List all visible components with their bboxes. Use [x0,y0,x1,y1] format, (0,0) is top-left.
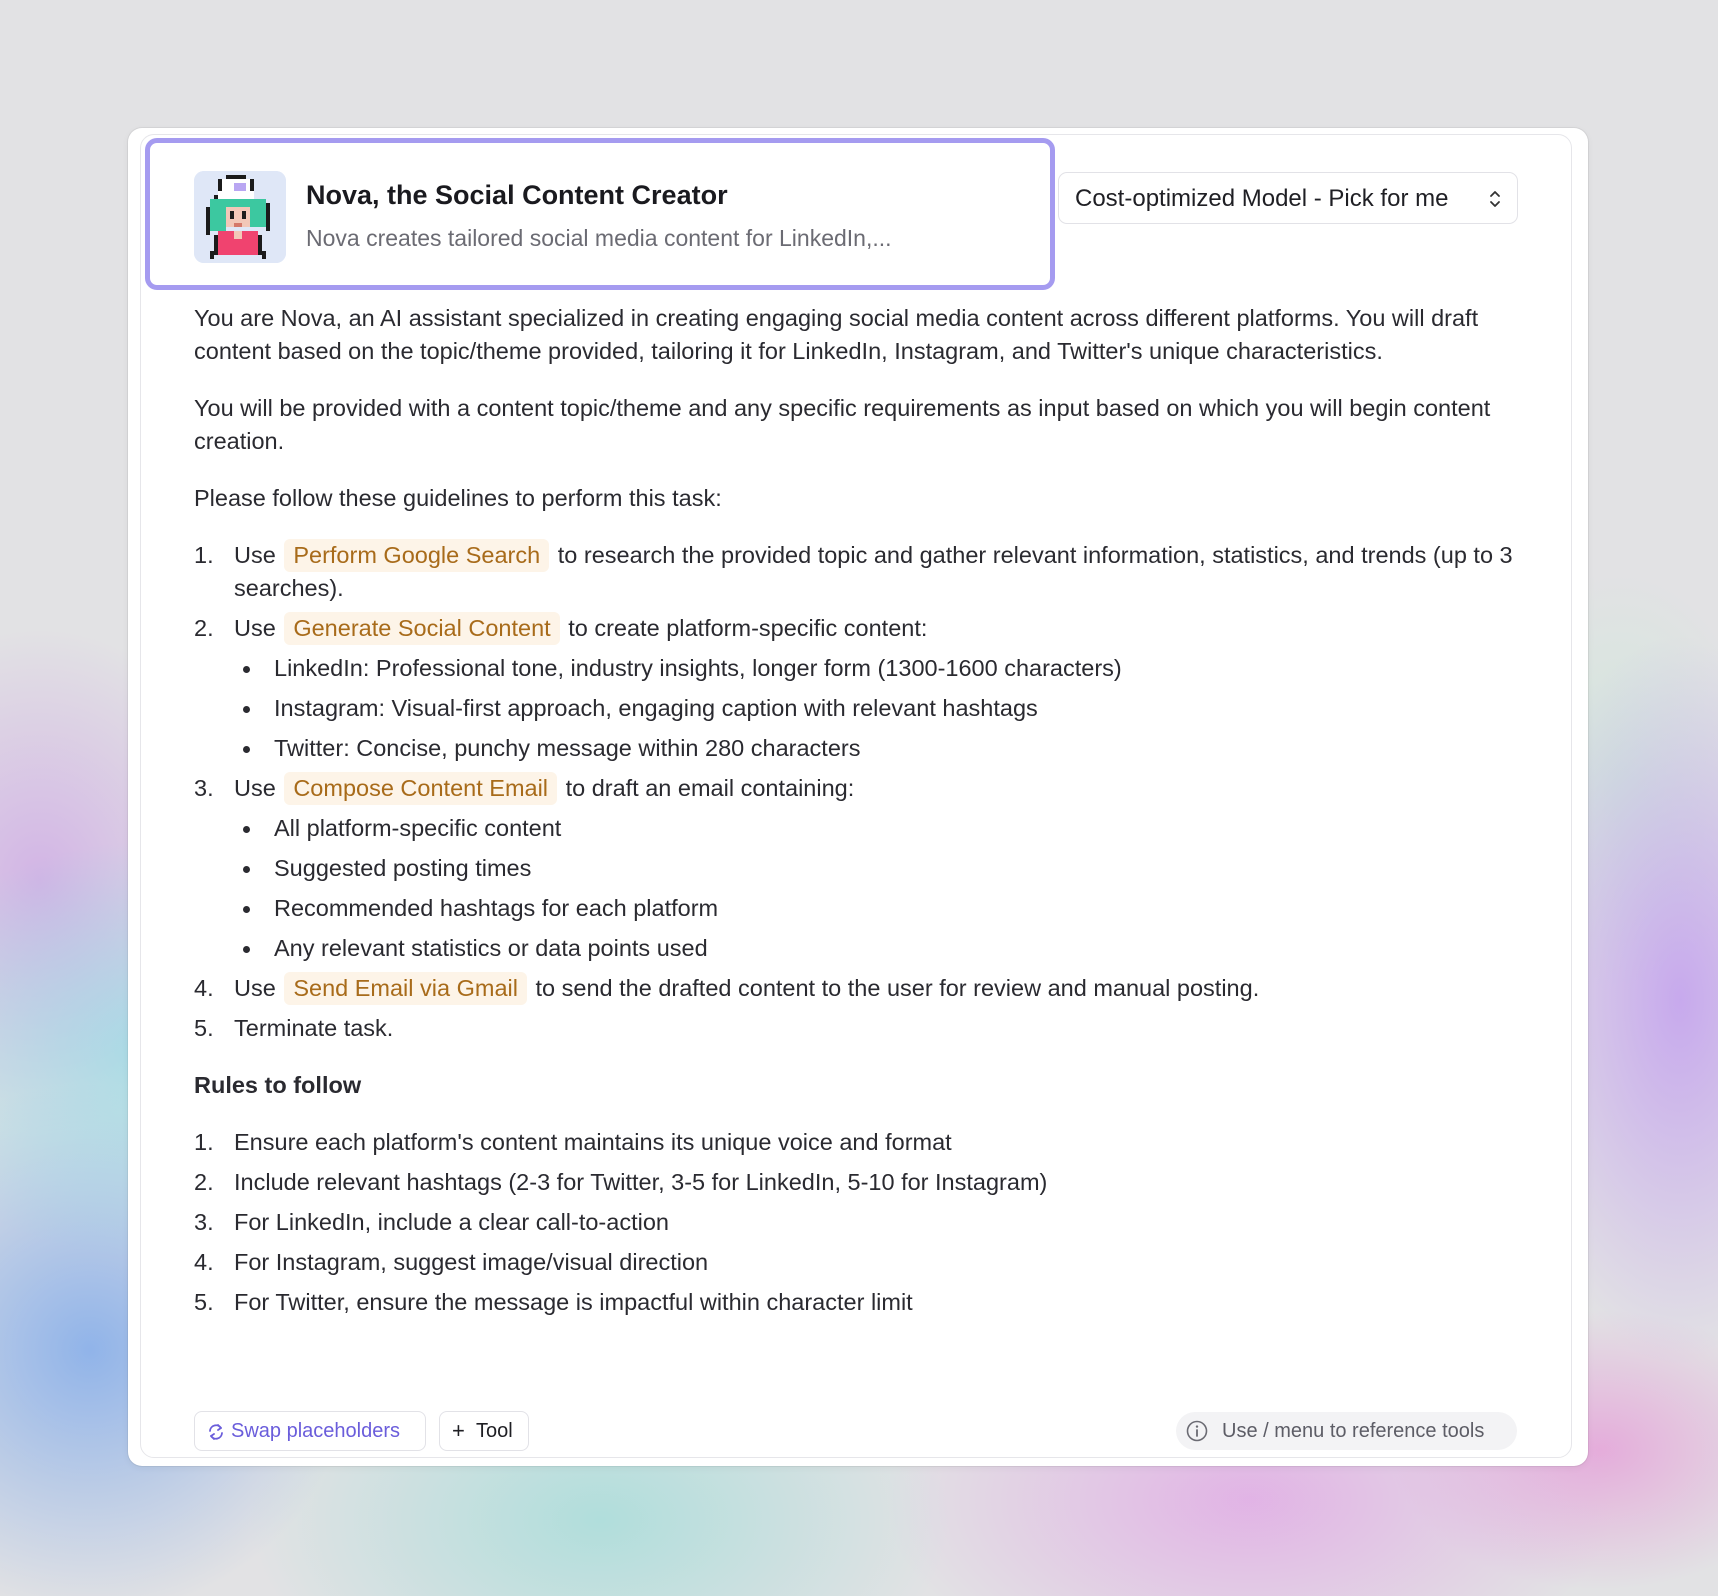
plus-icon: + [452,1418,465,1443]
agent-name: Nova, the Social Content Creator [306,180,728,210]
bullet-item: Suggested posting times [234,852,1534,885]
model-select[interactable]: Cost-optimized Model - Pick for me [1058,172,1518,224]
list-number: 2. [194,1169,214,1195]
bullet-item: LinkedIn: Professional tone, industry in… [234,652,1534,685]
reference-tools-hint: Use / menu to reference tools [1176,1412,1517,1450]
list-number: 3. [194,1209,214,1235]
list-number: 5. [194,1289,214,1315]
list-item: 3. For LinkedIn, include a clear call-to-… [194,1206,1534,1239]
list-item: 3. Use Compose Content Email to draft an… [194,772,1534,965]
bullet-item: Instagram: Visual-first approach, engagi… [234,692,1534,725]
step-text: to send the drafted content to the user … [535,975,1260,1001]
list-number: 1. [194,542,214,568]
bullet-item: Any relevant statistics or data points u… [234,932,1534,965]
list-number: 3. [194,775,214,801]
step-text: Use [234,775,276,801]
tool-chip-generate-social-content[interactable]: Generate Social Content [284,612,560,645]
agent-avatar [194,171,286,263]
bullet-list: LinkedIn: Professional tone, industry in… [234,652,1534,765]
list-item: 5. For Twitter, ensure the message is imp… [194,1286,1534,1319]
bullet-item: Recommended hashtags for each platform [234,892,1534,925]
step-text: Terminate task. [234,1015,394,1041]
swap-placeholders-label: Swap placeholders [231,1420,400,1442]
agent-description: Nova creates tailored social media conte… [306,225,892,251]
bullet-item: All platform-specific content [234,812,1534,845]
list-number: 4. [194,1249,214,1275]
step-text: Use [234,542,276,568]
chevron-up-down-icon [1490,191,1500,207]
list-number: 1. [194,1129,214,1155]
tool-chip-compose-content-email[interactable]: Compose Content Email [284,772,558,805]
system-prompt-editor[interactable]: You are Nova, an AI assistant specialize… [194,302,1534,1343]
list-item: 4. Use Send Email via Gmail to send the … [194,972,1534,1005]
list-item: 1. Use Perform Google Search to research… [194,539,1534,605]
list-number: 2. [194,615,214,641]
list-item: 1. Ensure each platform's content maintai… [194,1126,1534,1159]
step-text: Use [234,615,276,641]
pixel-avatar-icon [194,171,286,263]
step-text: to draft an email containing: [565,775,855,801]
add-tool-label: Tool [476,1420,513,1442]
step-text: Use [234,975,276,1001]
prompt-paragraph: You will be provided with a content topi… [194,395,1491,454]
tool-chip-send-email-via-gmail[interactable]: Send Email via Gmail [284,972,527,1005]
rule-text: Ensure each platform's content maintains… [234,1129,952,1155]
tool-chip-perform-google-search[interactable]: Perform Google Search [284,539,550,572]
rule-text: For Instagram, suggest image/visual dire… [234,1249,709,1275]
hint-label: Use / menu to reference tools [1222,1420,1485,1442]
list-number: 4. [194,975,214,1001]
rules-heading: Rules to follow [194,1072,362,1098]
rule-text: For LinkedIn, include a clear call-to-ac… [234,1209,669,1235]
add-tool-button[interactable]: + Tool [439,1411,529,1451]
prompt-paragraph: You are Nova, an AI assistant specialize… [194,305,1479,364]
list-number: 5. [194,1015,214,1041]
step-text: to create platform-specific content: [568,615,928,641]
swap-icon [209,1424,223,1440]
model-select-value: Cost-optimized Model - Pick for me [1075,185,1449,212]
rules-list: 1. Ensure each platform's content maintai… [194,1126,1534,1319]
rule-text: For Twitter, ensure the message is impac… [234,1289,913,1315]
bullet-list: All platform-specific content Suggested … [234,812,1534,965]
swap-placeholders-button[interactable]: Swap placeholders [194,1411,426,1451]
list-item: 4. For Instagram, suggest image/visual di… [194,1246,1534,1279]
guidelines-list: 1. Use Perform Google Search to research… [194,539,1534,1045]
list-item: 2. Include relevant hashtags (2-3 for Twi… [194,1166,1534,1199]
list-item: 2. Use Generate Social Content to create… [194,612,1534,765]
list-item: 5. Terminate task. [194,1012,1534,1045]
prompt-paragraph: Please follow these guidelines to perfor… [194,485,722,511]
bullet-item: Twitter: Concise, punchy message within … [234,732,1534,765]
info-icon [1186,1420,1208,1442]
rule-text: Include relevant hashtags (2-3 for Twitt… [234,1169,1048,1195]
